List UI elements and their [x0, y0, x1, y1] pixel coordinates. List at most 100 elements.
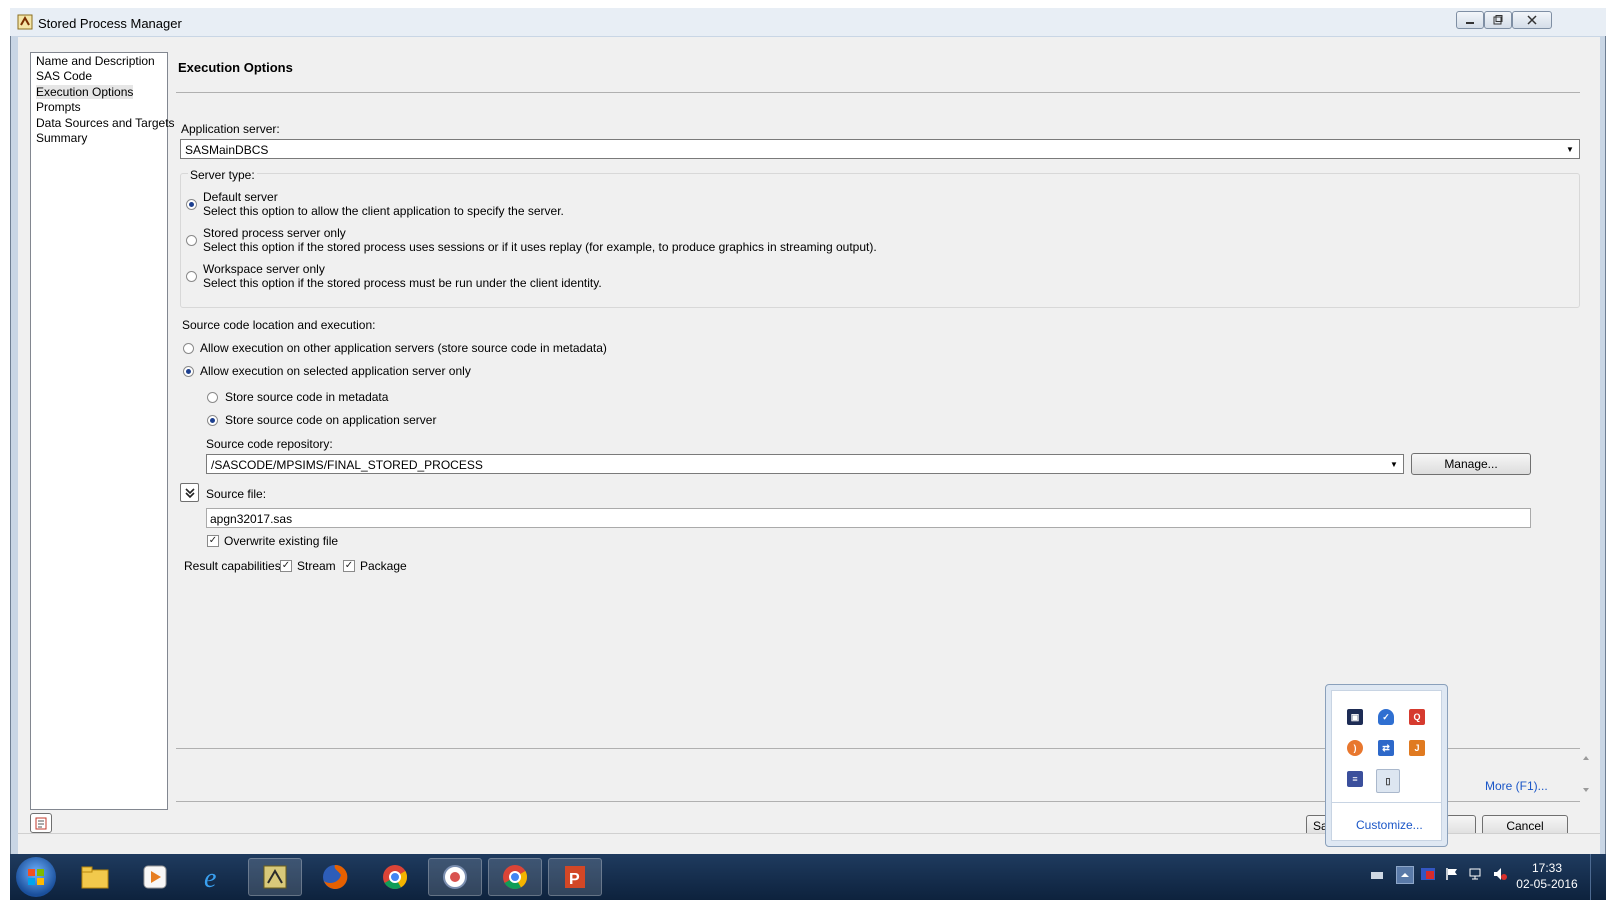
double-chevron-down-icon: [184, 487, 195, 498]
language-tray-icon[interactable]: [1420, 866, 1436, 882]
sync-tray-icon[interactable]: ⇄: [1378, 740, 1394, 756]
media-player-icon: [143, 865, 167, 889]
app-icon: [17, 14, 33, 30]
taskbar-explorer[interactable]: [68, 858, 122, 896]
nav-item-execution-options[interactable]: Execution Options: [36, 85, 134, 99]
stored-process-server-desc: Select this option if the stored process…: [203, 240, 877, 254]
taskbar-app-target[interactable]: [428, 858, 482, 896]
show-desktop-button[interactable]: [1590, 854, 1605, 900]
execution-other-servers-label: Allow execution on other application ser…: [200, 341, 607, 355]
quickheal-tray-icon[interactable]: Q: [1409, 709, 1425, 725]
firefox-icon: [323, 864, 348, 889]
stored-process-server-label: Stored process server only: [203, 226, 346, 240]
internet-explorer-icon: e: [204, 863, 216, 892]
manage-button[interactable]: Manage...: [1411, 453, 1531, 475]
store-in-metadata-label: Store source code in metadata: [225, 390, 389, 404]
workspace-server-desc: Select this option if the stored process…: [203, 276, 602, 290]
svg-text:P: P: [569, 871, 580, 888]
network-icon[interactable]: [1468, 866, 1484, 882]
restore-button[interactable]: [1484, 11, 1512, 29]
close-icon: [1527, 15, 1537, 25]
chevron-down-icon: ▼: [1390, 459, 1398, 469]
source-file-input[interactable]: apgn32017.sas: [206, 508, 1531, 528]
taskbar-internet-explorer[interactable]: e: [188, 858, 242, 896]
repository-label: Source code repository:: [206, 437, 333, 451]
start-button[interactable]: [16, 857, 56, 897]
server-type-legend: Server type:: [188, 168, 257, 182]
volume-muted-icon[interactable]: [1492, 866, 1508, 882]
customize-link[interactable]: Customize...: [1356, 818, 1423, 832]
app-server-label: Application server:: [181, 122, 280, 136]
result-capabilities-label: Result capabilities:: [184, 559, 285, 573]
show-hidden-icons-button[interactable]: [1396, 866, 1414, 884]
network-tray-icon[interactable]: ≡: [1347, 771, 1363, 787]
repository-value: /SASCODE/MPSIMS/FINAL_STORED_PROCESS: [211, 458, 483, 472]
taskbar-powerpoint[interactable]: P: [548, 858, 602, 896]
nav-item-summary[interactable]: Summary: [36, 131, 87, 145]
minimize-icon: [1466, 22, 1474, 24]
expand-source-button[interactable]: [180, 483, 199, 502]
keyboard-tray-icon[interactable]: [1370, 868, 1384, 882]
usb-tray-icon[interactable]: ▯: [1376, 769, 1400, 793]
execution-selected-server-label: Allow execution on selected application …: [200, 364, 471, 378]
source-file-value: apgn32017.sas: [210, 512, 293, 526]
window-title: Stored Process Manager: [38, 16, 182, 31]
wizard-nav: [30, 52, 168, 810]
store-in-metadata-radio[interactable]: [207, 392, 218, 403]
stream-label: Stream: [297, 559, 336, 573]
title-bar[interactable]: [10, 8, 1606, 36]
chevron-down-icon: ▼: [1566, 144, 1574, 154]
target-app-icon: [443, 865, 467, 889]
sas-app-icon: [263, 865, 287, 889]
overwrite-label: Overwrite existing file: [224, 534, 339, 548]
repository-select[interactable]: /SASCODE/MPSIMS/FINAL_STORED_PROCESS ▼: [206, 454, 1404, 474]
source-location-label: Source code location and execution:: [182, 318, 376, 332]
workspace-server-radio[interactable]: [186, 271, 197, 282]
windows-logo-icon: [28, 869, 44, 885]
taskbar-chrome-1[interactable]: [368, 858, 422, 896]
flag-icon[interactable]: [1444, 866, 1460, 882]
execution-other-servers-radio[interactable]: [183, 343, 194, 354]
svg-text:e: e: [204, 863, 216, 892]
taskbar-media-player[interactable]: [128, 858, 182, 896]
overwrite-checkbox[interactable]: ✓: [207, 535, 219, 547]
help-scrollbar[interactable]: [1580, 752, 1592, 796]
java-tray-icon[interactable]: J: [1409, 740, 1425, 756]
nav-item-sas-code[interactable]: SAS Code: [36, 69, 92, 83]
folder-icon: [81, 866, 109, 889]
notes-button[interactable]: [30, 813, 52, 833]
clock-date[interactable]: 02-05-2016: [1512, 877, 1582, 891]
app-server-select[interactable]: SASMainDBCS ▼: [180, 139, 1580, 159]
powerpoint-icon: P: [565, 866, 585, 888]
nav-item-data-sources-targets[interactable]: Data Sources and Targets: [36, 116, 175, 130]
close-button[interactable]: [1512, 11, 1552, 29]
clock-time[interactable]: 17:33: [1512, 861, 1582, 875]
shield-tray-icon[interactable]: ✓: [1378, 709, 1394, 725]
execution-selected-server-radio[interactable]: [183, 366, 194, 377]
taskbar-sas-app[interactable]: [248, 858, 302, 896]
chevron-up-icon: [1401, 873, 1409, 877]
taskbar-chrome-2[interactable]: [488, 858, 542, 896]
nav-item-prompts[interactable]: Prompts: [36, 100, 81, 114]
package-label: Package: [360, 559, 407, 573]
stream-checkbox[interactable]: ✓: [280, 560, 292, 572]
nav-item-name-description[interactable]: Name and Description: [36, 54, 155, 68]
app-server-value: SASMainDBCS: [185, 143, 269, 157]
store-on-server-label: Store source code on application server: [225, 413, 437, 427]
monitor-tray-icon[interactable]: ▣: [1347, 709, 1363, 725]
restore-icon: [1493, 15, 1503, 25]
minimize-button[interactable]: [1456, 11, 1484, 29]
store-on-server-radio[interactable]: [207, 415, 218, 426]
taskbar-firefox[interactable]: [308, 858, 362, 896]
package-checkbox[interactable]: ✓: [343, 560, 355, 572]
stored-process-server-radio[interactable]: [186, 235, 197, 246]
default-server-desc: Select this option to allow the client a…: [203, 204, 564, 218]
notepad-icon: [35, 817, 47, 830]
chrome-icon: [383, 865, 408, 890]
more-help-link[interactable]: More (F1)...: [1485, 779, 1548, 793]
default-server-radio[interactable]: [186, 199, 197, 210]
header-divider: [176, 92, 1580, 93]
source-file-label: Source file:: [206, 487, 267, 501]
wifi-tray-icon[interactable]: ): [1347, 740, 1363, 756]
workspace-server-label: Workspace server only: [203, 262, 325, 276]
